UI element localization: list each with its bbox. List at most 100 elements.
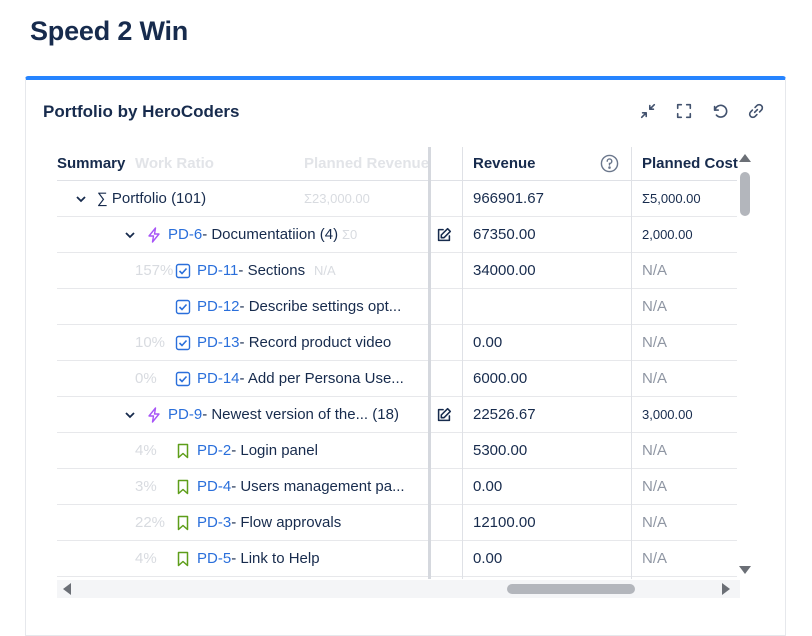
issue-key-link[interactable]: PD-5 <box>197 550 231 567</box>
planned-cost-cell: 3,000.00 <box>642 407 693 422</box>
issue-key-link[interactable]: PD-3 <box>197 514 231 531</box>
summary-cell: PD-2 - Login panel <box>175 433 318 468</box>
column-divider <box>462 147 463 579</box>
revenue-cell: 12100.00 <box>473 514 536 531</box>
revenue-cell: 6000.00 <box>473 370 528 387</box>
issue-key-link[interactable]: PD-9 <box>168 406 202 423</box>
summary-cell: PD-13 - Record product video <box>175 325 391 360</box>
summary-text: - Documentatiion <box>202 226 316 243</box>
summary-cell: PD-11 - Sections <box>175 253 305 288</box>
summary-cell: ∑ Portfolio (101) <box>75 181 206 216</box>
summary-text: - Describe settings opt... <box>239 298 402 315</box>
work-ratio-cell: 0% <box>135 370 157 387</box>
issue-key-link[interactable]: PD-12 <box>197 298 240 315</box>
table-row[interactable]: ∑ Portfolio (101) Σ23,000.00 966901.67 Σ… <box>57 181 737 217</box>
table-row[interactable]: PD-12 - Describe settings opt... N/A <box>57 289 737 325</box>
revenue-cell: 22526.67 <box>473 406 536 423</box>
summary-cell: PD-5 - Link to Help <box>175 541 320 576</box>
header-work-ratio: Work Ratio <box>135 155 214 172</box>
issue-key-link[interactable]: PD-2 <box>197 442 231 459</box>
table-row[interactable]: 3% PD-4 - Users management pa... 0.00 N/… <box>57 469 737 505</box>
help-icon[interactable] <box>600 147 619 180</box>
edit-icon[interactable] <box>435 226 453 244</box>
table-row[interactable]: 4% PD-5 - Link to Help 0.00 N/A <box>57 541 737 577</box>
chevron-down-icon[interactable] <box>75 193 87 205</box>
task-checkbox-icon <box>175 371 191 386</box>
summary-cell: PD-4 - Users management pa... <box>175 469 405 504</box>
work-ratio-cell: 10% <box>135 334 166 351</box>
story-bookmark-icon <box>177 515 189 530</box>
table-row[interactable]: 4% PD-2 - Login panel 5300.00 N/A <box>57 433 737 469</box>
story-bookmark-icon <box>177 479 189 494</box>
chevron-down-icon[interactable] <box>124 229 136 241</box>
epic-lightning-icon <box>148 226 160 243</box>
revenue-cell: 0.00 <box>473 478 503 495</box>
horizontal-scroll-thumb[interactable] <box>507 584 635 594</box>
collapse-icon[interactable] <box>637 100 659 122</box>
work-ratio-cell: 22% <box>135 514 166 531</box>
table-row[interactable]: PD-9 - Newest version of the... (18) 225… <box>57 397 737 433</box>
vertical-scroll-thumb[interactable] <box>740 172 750 216</box>
issue-key-link[interactable]: PD-6 <box>168 226 202 243</box>
task-checkbox-icon <box>175 263 191 278</box>
table-row[interactable]: 0% PD-14 - Add per Persona Use... 6000.0… <box>57 361 737 397</box>
work-ratio-cell: 3% <box>135 478 157 495</box>
table-row[interactable]: 10% PD-13 - Record product video 0.00 N/… <box>57 325 737 361</box>
task-checkbox-icon <box>175 299 191 314</box>
summary-cell: PD-6 - Documentatiion (4) <box>124 217 338 252</box>
scroll-down-arrow[interactable] <box>739 566 751 574</box>
story-bookmark-icon <box>177 443 189 458</box>
chevron-down-icon[interactable] <box>124 409 136 421</box>
summary-text: ∑ Portfolio <box>97 190 167 207</box>
scroll-up-arrow[interactable] <box>739 154 751 162</box>
vertical-scrollbar[interactable] <box>738 152 752 578</box>
refresh-icon[interactable] <box>709 100 731 122</box>
epic-lightning-icon <box>148 406 160 423</box>
table-row[interactable]: 157% PD-11 - Sections N/A 34000.00 N/A <box>57 253 737 289</box>
work-ratio-cell: 157% <box>135 262 174 279</box>
summary-text: - Link to Help <box>231 550 320 567</box>
summary-cell: PD-9 - Newest version of the... (18) <box>124 397 399 432</box>
summary-text: - Add per Persona Use... <box>239 370 404 387</box>
work-ratio-cell: 4% <box>135 442 157 459</box>
header-summary[interactable]: Summary <box>57 147 125 180</box>
summary-text: - Newest version of the... <box>202 406 369 423</box>
horizontal-scrollbar[interactable] <box>57 580 740 598</box>
edit-icon[interactable] <box>435 406 453 424</box>
revenue-cell: 5300.00 <box>473 442 528 459</box>
portfolio-grid: Summary Work Ratio Planned Revenue Reven… <box>57 147 754 579</box>
table-row[interactable]: PD-6 - Documentatiion (4) Σ0 67350.00 2,… <box>57 217 737 253</box>
table-row[interactable]: 22% PD-3 - Flow approvals 12100.00 N/A <box>57 505 737 541</box>
scroll-left-arrow[interactable] <box>63 583 71 595</box>
task-checkbox-icon <box>175 335 191 350</box>
link-icon[interactable] <box>745 100 767 122</box>
fullscreen-icon[interactable] <box>673 100 695 122</box>
issue-key-link[interactable]: PD-14 <box>197 370 240 387</box>
header-revenue[interactable]: Revenue <box>473 147 536 180</box>
revenue-cell: 34000.00 <box>473 262 536 279</box>
gadget-toolbar <box>637 100 767 122</box>
planned-cost-cell: N/A <box>642 262 668 279</box>
planned-revenue-cell: Σ23,000.00 <box>304 191 370 206</box>
issue-key-link[interactable]: PD-11 <box>197 262 238 279</box>
revenue-cell: 67350.00 <box>473 226 536 243</box>
planned-revenue-cell: N/A <box>314 263 336 278</box>
grid-header: Summary Work Ratio Planned Revenue Reven… <box>57 147 738 181</box>
frozen-column-divider[interactable] <box>428 147 431 579</box>
issue-key-link[interactable]: PD-4 <box>197 478 231 495</box>
child-count: (18) <box>372 406 399 423</box>
summary-cell: PD-12 - Describe settings opt... <box>175 289 401 324</box>
planned-cost-cell: Σ5,000.00 <box>642 191 701 206</box>
issue-key-link[interactable]: PD-13 <box>197 334 240 351</box>
gadget-title: Portfolio by HeroCoders <box>43 102 240 121</box>
header-planned-cost[interactable]: Planned Cost <box>642 147 738 180</box>
story-bookmark-icon <box>177 551 189 566</box>
revenue-cell: 966901.67 <box>473 190 544 207</box>
summary-cell: PD-14 - Add per Persona Use... <box>175 361 404 396</box>
summary-text: - Login panel <box>231 442 318 459</box>
revenue-cell: 0.00 <box>473 334 503 351</box>
summary-cell: PD-3 - Flow approvals <box>175 505 341 540</box>
page-title: Speed 2 Win <box>30 16 189 46</box>
planned-cost-cell: N/A <box>642 298 668 315</box>
scroll-right-arrow[interactable] <box>722 583 730 595</box>
